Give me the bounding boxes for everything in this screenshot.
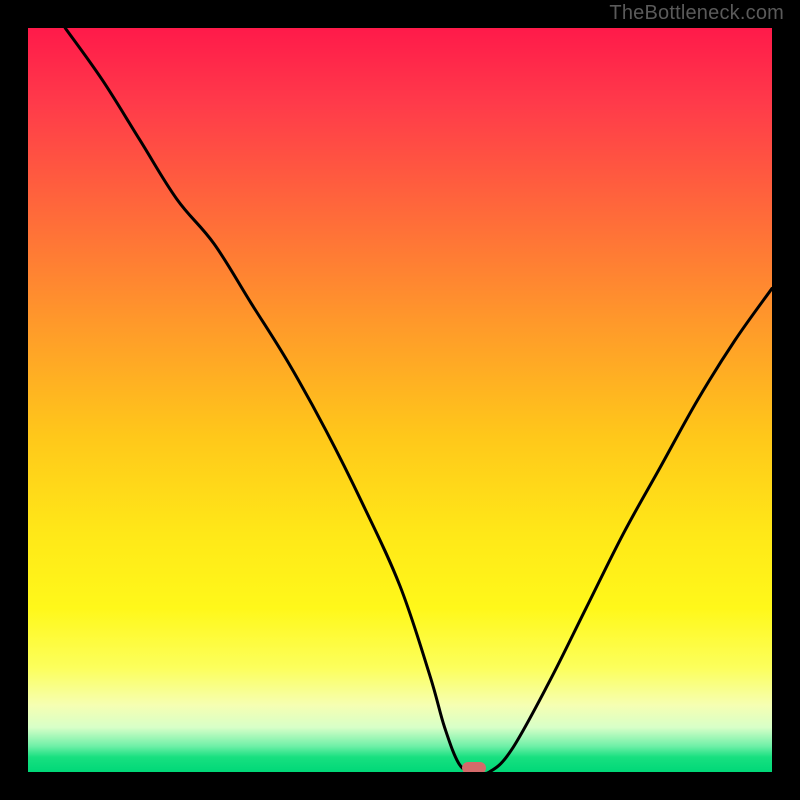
bottleneck-curve [28,28,772,772]
plot-area [28,28,772,772]
watermark-text: TheBottleneck.com [609,2,784,25]
optimal-point-marker [462,762,486,772]
chart-container: TheBottleneck.com [0,0,800,800]
